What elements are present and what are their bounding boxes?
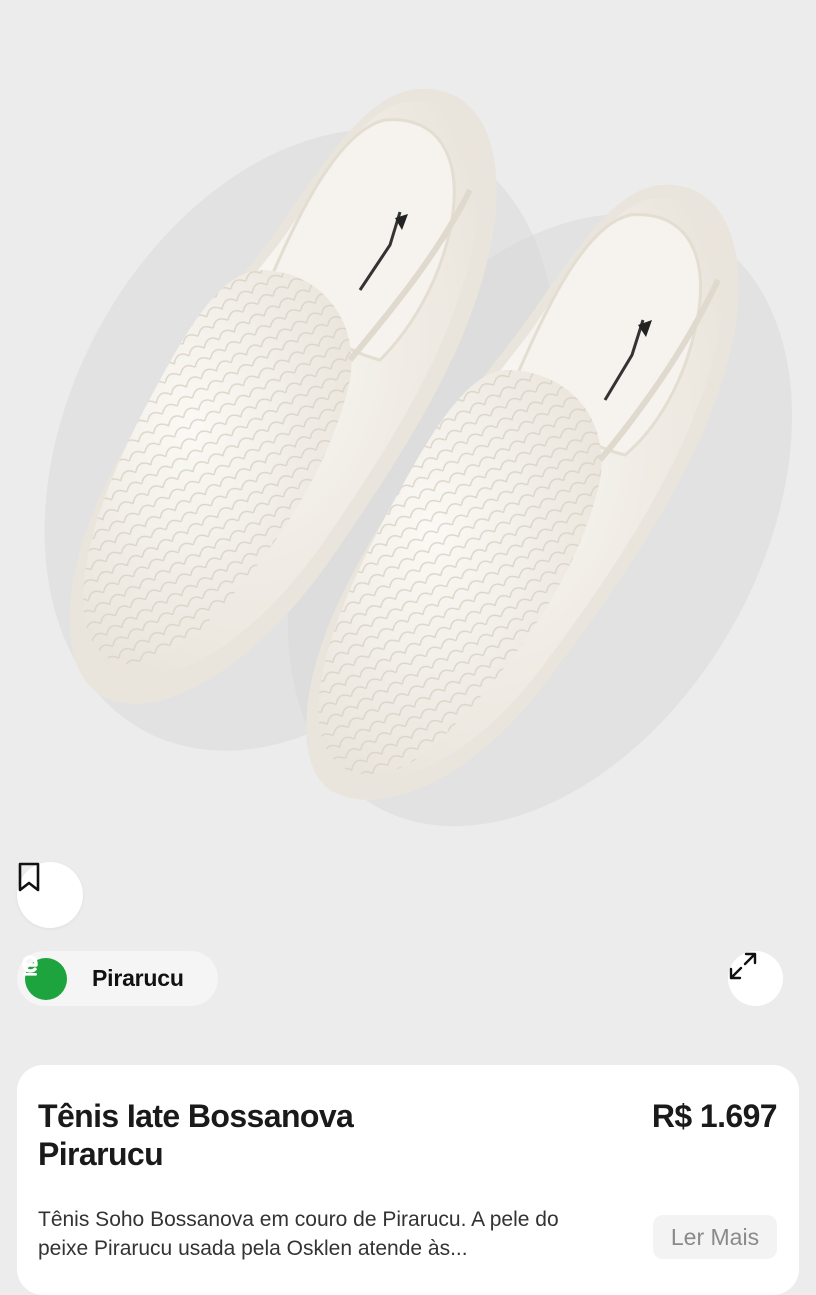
expand-button[interactable] [728,951,783,1006]
source-name: Pirarucu [92,965,184,991]
product-info-card: Tênis Iate Bossanova Pirarucu R$ 1.697 T… [17,1065,799,1295]
source-chip[interactable]: Pirarucu [17,951,218,1006]
product-photo-shoes [44,88,793,827]
product-price: R$ 1.697 [651,1098,778,1134]
product-description: Tênis Soho Bossanova em couro de Piraruc… [38,1208,559,1260]
read-more-button[interactable]: Ler Mais [653,1215,777,1259]
source-logo [22,955,67,1000]
product-title: Tênis Iate Bossanova Pirarucu [38,1098,354,1172]
product-image[interactable]: Pirarucu [0,0,816,1045]
bookmark-button[interactable] [17,862,83,928]
